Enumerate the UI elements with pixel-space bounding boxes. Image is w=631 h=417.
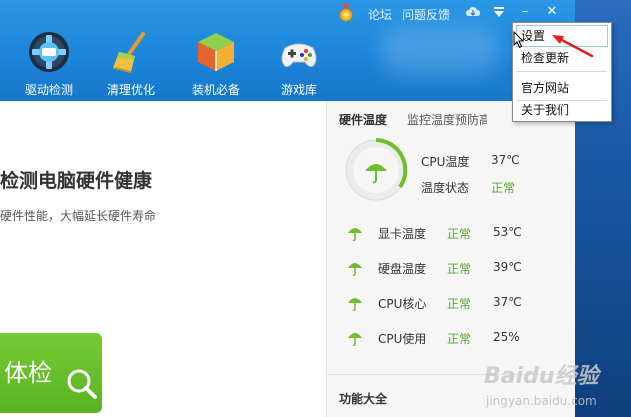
gpu-temp-status: 正常: [447, 227, 472, 241]
panel-divider: [327, 374, 575, 375]
main-subtitle: 硬件性能，大幅延长硬件寿命: [0, 209, 157, 223]
umbrella-icon: [348, 263, 362, 276]
temperature-gauge: [345, 138, 408, 201]
umbrella-icon: [348, 333, 362, 346]
disk-temp-status: 正常: [447, 262, 472, 276]
cpu-core-value: 37℃: [493, 295, 522, 309]
app-header: 驱动检测 清理优化 装机必备 游戏库 论坛 问题反馈 – ✕: [0, 0, 575, 101]
nav-label: 游戏库: [280, 83, 317, 97]
forum-link[interactable]: 论坛: [368, 6, 392, 23]
close-icon[interactable]: ✕: [541, 2, 563, 22]
medal-icon[interactable]: [338, 4, 354, 22]
nav-label: 装机必备: [191, 83, 240, 97]
menu-item-official-site[interactable]: 官方网站: [517, 78, 607, 98]
gpu-temp-value: 53℃: [493, 225, 522, 239]
temp-status-value: 正常: [491, 181, 516, 195]
cpu-temp-value: 37℃: [491, 153, 520, 167]
disk-temp-value: 39℃: [493, 260, 522, 274]
check-button-label: 体检: [4, 359, 52, 387]
cpu-core-status: 正常: [447, 297, 472, 311]
gpu-temp-label: 显卡温度: [378, 227, 427, 241]
disk-temp-label: 硬盘温度: [378, 262, 427, 276]
header-glow: [380, 26, 500, 76]
cpu-usage-label: CPU使用: [378, 332, 427, 346]
cloud-download-icon[interactable]: [466, 6, 480, 18]
umbrella-icon: [348, 298, 362, 311]
app-window: 驱动检测 清理优化 装机必备 游戏库 论坛 问题反馈 – ✕ 检测电脑硬件健康 …: [0, 0, 575, 417]
cpu-usage-value: 25%: [493, 330, 520, 344]
nav-clean-optimize[interactable]: 清理优化: [93, 28, 169, 101]
magnifier-icon: [67, 369, 97, 399]
minimize-icon[interactable]: –: [514, 2, 536, 22]
menu-dropdown-icon[interactable]: [488, 2, 510, 22]
features-heading: 功能大全: [339, 392, 388, 406]
box-icon: [198, 33, 234, 71]
red-arrow-annotation: [552, 35, 594, 58]
driver-gear-icon: [29, 32, 69, 72]
nav-label: 驱动检测: [24, 83, 73, 97]
nav-game-library[interactable]: 游戏库: [261, 28, 337, 101]
umbrella-icon: [348, 228, 362, 241]
hardware-panel: 硬件温度 监控温度预防高 CPU温度 37℃ 温度状态 正常 显卡温度 正常 5…: [326, 101, 575, 417]
gamepad-icon: [281, 43, 317, 67]
temp-status-label: 温度状态: [421, 181, 470, 195]
health-check-button[interactable]: 体检: [0, 333, 102, 413]
mouse-cursor-icon: [513, 31, 525, 49]
nav-label: 清理优化: [106, 83, 155, 97]
menu-item-about-us[interactable]: 关于我们: [517, 100, 607, 120]
menu-separator: [517, 71, 607, 72]
hardware-temp-heading: 硬件温度: [339, 113, 388, 127]
cpu-temp-label: CPU温度: [421, 155, 470, 169]
feedback-link[interactable]: 问题反馈: [402, 6, 450, 23]
broom-icon: [113, 32, 145, 73]
cpu-core-label: CPU核心: [378, 297, 427, 311]
cpu-usage-status: 正常: [447, 332, 472, 346]
nav-driver-detect[interactable]: 驱动检测: [11, 28, 87, 101]
nav-install-essentials[interactable]: 装机必备: [178, 28, 254, 101]
temp-monitor-link[interactable]: 监控温度预防高: [407, 111, 487, 128]
main-title: 检测电脑硬件健康: [0, 170, 153, 192]
